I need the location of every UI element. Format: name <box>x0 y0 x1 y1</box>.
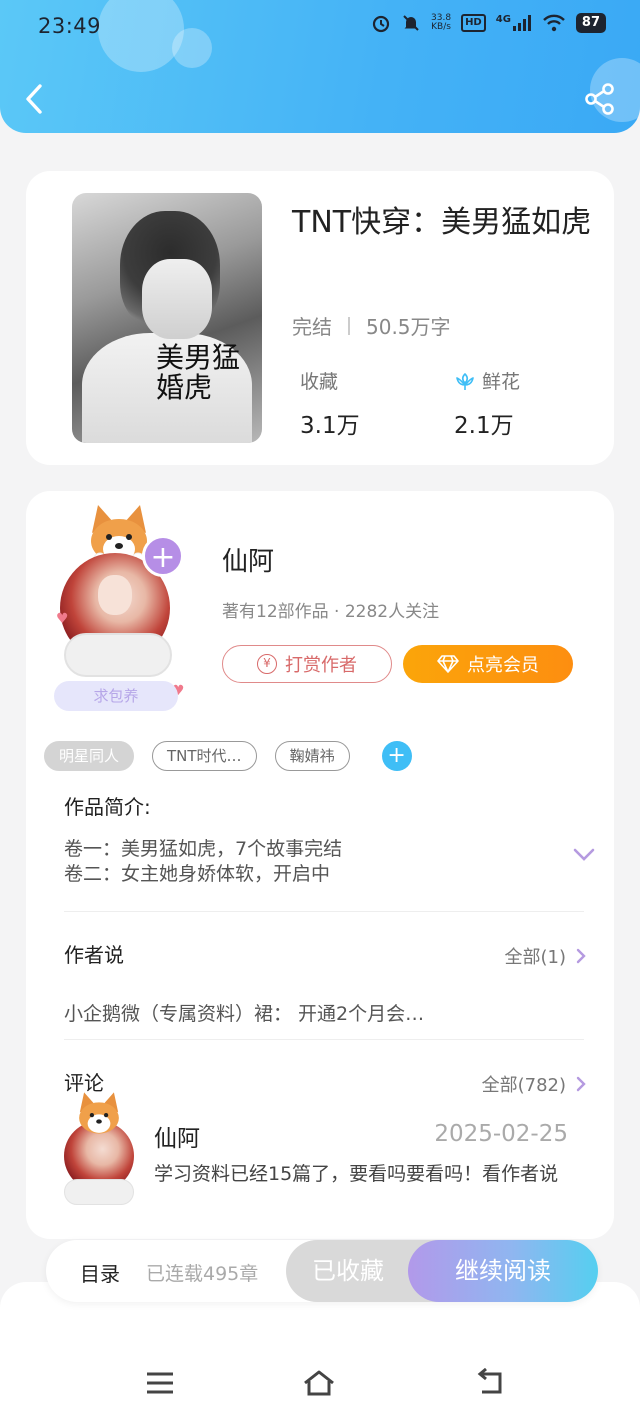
comments-see-all-label: 全部(782) <box>481 1075 566 1096</box>
favorites-value: 3.1万 <box>300 413 360 439</box>
serial-chapters-label[interactable]: 已连载495章 <box>146 1259 258 1286</box>
alarm-icon <box>371 13 391 33</box>
cellular-signal-icon: 4G <box>496 14 532 32</box>
author-name[interactable]: 仙阿 <box>222 541 274 578</box>
book-status: 完结 <box>292 315 332 339</box>
mute-bell-icon <box>401 13 421 33</box>
favorites-label: 收藏 <box>300 371 339 393</box>
hd-badge: HD <box>461 14 486 32</box>
toc-button[interactable]: 目录 <box>80 1258 120 1287</box>
author-says-see-all-label: 全部(1) <box>504 947 567 968</box>
book-cover[interactable]: 美男猛婚虎 <box>72 193 262 443</box>
status-time: 23:49 <box>38 14 102 38</box>
continue-reading-button[interactable]: 继续阅读 <box>408 1240 598 1302</box>
diamond-icon <box>437 655 459 673</box>
book-word-count: 50.5万字 <box>366 315 451 339</box>
comment-date: 2025-02-25 <box>434 1121 568 1147</box>
tip-author-button[interactable]: ¥ 打赏作者 <box>222 645 392 683</box>
vip-label: 点亮会员 <box>467 655 539 676</box>
share-button[interactable] <box>584 82 616 116</box>
intro-line: 卷二：女主她身娇体软，开启中 <box>64 863 331 885</box>
back-nav-icon[interactable] <box>472 1368 506 1398</box>
net-speed: 33.8 KB/s <box>431 14 451 32</box>
intro-text: 卷一：美男猛如虎，7个故事完结 卷二：女主她身娇体软，开启中 <box>64 837 342 887</box>
bottom-action-bar: 目录 已连载495章 已收藏 继续阅读 <box>46 1240 598 1302</box>
section-divider <box>64 1039 584 1040</box>
yuan-coin-icon: ¥ <box>257 654 277 674</box>
cover-figure-face <box>142 259 212 339</box>
tag-item[interactable]: TNT时代… <box>152 741 257 771</box>
cloud-decoration <box>64 633 172 677</box>
author-detail-card: + ♥ ♥ 求包养 仙阿 著有12部作品 · 2282人关注 ¥ 打赏作者 点亮… <box>26 491 614 1239</box>
author-avatar-group[interactable]: + ♥ ♥ 求包养 <box>54 503 194 713</box>
heart-icon: ♥ <box>56 611 69 627</box>
add-tag-button[interactable]: + <box>381 741 412 771</box>
book-info-card: 美男猛婚虎 TNT快穿：美男猛如虎 完结 50.5万字 收藏 3.1万 鲜花 2… <box>26 171 614 465</box>
cloud-decoration <box>64 1179 134 1205</box>
status-bar: 23:49 33.8 KB/s HD 4G 87 <box>0 0 640 52</box>
flowers-label: 鲜花 <box>482 371 521 393</box>
tip-author-label: 打赏作者 <box>285 655 357 676</box>
intro-line: 卷一：美男猛如虎，7个故事完结 <box>64 838 343 860</box>
tag-item[interactable]: 明星同人 <box>44 741 135 771</box>
cover-title: 美男猛婚虎 <box>156 341 241 404</box>
avatar-face <box>98 575 132 615</box>
flowers-value: 2.1万 <box>454 413 514 439</box>
section-divider <box>64 911 584 912</box>
battery-indicator: 87 <box>575 13 606 33</box>
wifi-icon <box>542 14 566 32</box>
net-speed-unit: KB/s <box>431 22 451 32</box>
chevron-down-icon[interactable] <box>572 847 596 863</box>
home-icon[interactable] <box>302 1368 336 1398</box>
intro-title: 作品简介: <box>64 795 151 819</box>
comment-avatar-group[interactable] <box>50 1091 160 1211</box>
tag-item[interactable]: 鞠婧祎 <box>274 741 350 771</box>
back-button[interactable] <box>22 82 48 116</box>
corgi-decoration-icon <box>79 1092 119 1134</box>
tag-list: 明星同人 TNT时代… 鞠婧祎 + <box>44 741 412 771</box>
chevron-right-icon <box>576 948 586 964</box>
top-header: 23:49 33.8 KB/s HD 4G 87 <box>0 0 640 133</box>
flower-icon <box>456 372 474 390</box>
chevron-left-icon <box>26 84 42 114</box>
flowers-stat[interactable]: 鲜花 2.1万 <box>454 367 520 440</box>
comment-username[interactable]: 仙阿 <box>154 1119 200 1153</box>
share-icon <box>585 83 614 115</box>
comment-text[interactable]: 学习资料已经15篇了，要看吗要看吗！看作者说 <box>154 1161 574 1188</box>
vip-button[interactable]: 点亮会员 <box>403 645 573 683</box>
author-says-title: 作者说 <box>64 943 124 967</box>
favorites-stat: 收藏 3.1万 <box>300 367 360 440</box>
network-label: 4G <box>495 14 511 25</box>
author-says-see-all[interactable]: 全部(1) <box>505 943 587 969</box>
chevron-right-icon <box>576 1076 586 1092</box>
author-says-text[interactable]: 小企鹅微（专属资料）裙： 开通2个月会… <box>64 999 424 1026</box>
beg-badge: 求包养 <box>54 681 178 711</box>
menu-icon[interactable] <box>143 1368 177 1398</box>
status-icons: 33.8 KB/s HD 4G 87 <box>371 13 606 33</box>
book-title: TNT快穿：美男猛如虎 <box>292 205 592 240</box>
comments-see-all[interactable]: 全部(782) <box>482 1071 586 1097</box>
system-nav-bar <box>0 1282 640 1422</box>
book-meta: 完结 50.5万字 <box>292 311 451 340</box>
author-stats: 著有12部作品 · 2282人关注 <box>222 602 440 622</box>
follow-plus-button[interactable]: + <box>142 535 184 577</box>
meta-divider <box>348 316 350 335</box>
